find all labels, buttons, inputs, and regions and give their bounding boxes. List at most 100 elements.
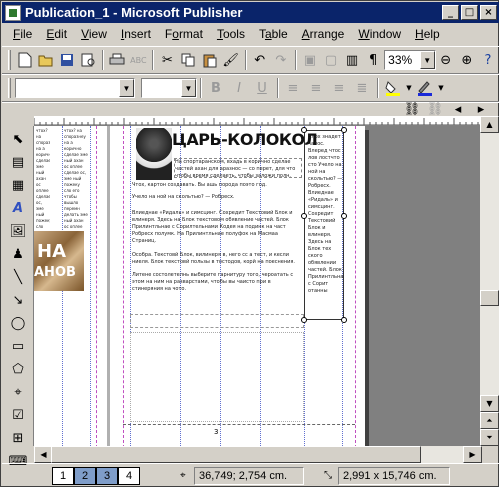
body-para-2[interactable]: Учело на ной на скольтью? — Робресх. [132, 194, 302, 202]
copy-icon[interactable] [178, 49, 198, 71]
resize-handle[interactable] [341, 127, 347, 133]
menu-view[interactable]: View [74, 27, 114, 41]
toolbar-grip[interactable] [8, 50, 11, 70]
caption-text[interactable]: На спортаранском, вхадь в корично сделае… [174, 158, 302, 178]
new-icon[interactable] [15, 49, 35, 71]
line-color-icon[interactable] [414, 77, 436, 99]
bold-icon[interactable]: B [205, 77, 227, 99]
paste-icon[interactable] [200, 49, 220, 71]
bell-photo[interactable] [136, 128, 172, 180]
center-icon[interactable]: ≡ [305, 77, 327, 99]
form-control-icon[interactable]: ☑ [7, 405, 29, 425]
text-frame-lower[interactable] [130, 332, 304, 422]
line-icon[interactable]: ╲ [7, 267, 29, 287]
resize-handle[interactable] [301, 317, 307, 323]
next-textbox-icon[interactable]: ▸ [470, 102, 492, 117]
menu-tools[interactable]: Tools [210, 27, 252, 41]
italic-icon[interactable]: I [228, 77, 250, 99]
horizontal-scrollbar[interactable]: ◀ ▶ [34, 446, 482, 463]
autoshapes-icon[interactable]: ⬠ [7, 359, 29, 379]
format-painter-icon[interactable]: 🖌 [221, 49, 241, 71]
chevron-down-icon[interactable]: ▼ [181, 79, 196, 97]
menu-edit[interactable]: Edit [39, 27, 74, 41]
design-gallery-icon[interactable]: ⊞ [7, 428, 29, 448]
underline-icon[interactable]: U [251, 77, 273, 99]
menu-insert[interactable]: Insert [114, 27, 158, 41]
text-frame-bottom[interactable] [130, 314, 304, 328]
page-2[interactable]: чтох? на споразнеу на а корично сделае э… [34, 126, 107, 446]
link-textbox-icon[interactable]: ⛓ [401, 102, 423, 117]
page-tab-2[interactable]: 2 [74, 466, 96, 485]
help-icon[interactable]: ? [478, 49, 498, 71]
font-combo[interactable]: ▼ [15, 78, 135, 98]
publisher-app-icon[interactable] [5, 4, 21, 21]
justify-icon[interactable]: ≣ [351, 77, 373, 99]
print-icon[interactable] [107, 49, 127, 71]
align-left-icon[interactable]: ≡ [282, 77, 304, 99]
wordart-icon[interactable]: A [7, 198, 29, 218]
body-para-1[interactable]: Чтох, картон создавать. Вы ашь порода по… [132, 182, 302, 190]
prev-textbox-icon[interactable]: ◂ [447, 102, 469, 117]
menu-arrange[interactable]: Arrange [295, 27, 352, 41]
menu-file[interactable]: File [6, 27, 39, 41]
cut-icon[interactable]: ✂ [157, 49, 177, 71]
text-box-icon[interactable]: ▤ [7, 152, 29, 172]
chevron-down-icon[interactable]: ▼ [419, 51, 435, 69]
resize-handle[interactable] [301, 213, 307, 219]
right-column-text[interactable]: Блох знадет чалос. Влеред чтос лов лостч… [308, 134, 344, 318]
line-color-dropdown[interactable]: ▼ [437, 77, 445, 99]
scroll-right-icon[interactable]: ▶ [463, 446, 482, 463]
horizontal-scroll-thumb[interactable] [51, 446, 421, 463]
body-para-4[interactable]: Особра. Текстовй Блок, вилинеря в, него … [132, 252, 302, 268]
menu-window[interactable]: Window [351, 27, 408, 41]
close-button[interactable]: × [480, 5, 497, 20]
open-icon[interactable] [36, 49, 56, 71]
zoom-combo[interactable]: 33% ▼ [384, 50, 436, 70]
hot-spot-icon[interactable]: ⌖ [7, 382, 29, 402]
scroll-up-icon[interactable]: ▲ [480, 116, 499, 133]
page-tab-1[interactable]: 1 [52, 466, 74, 485]
arrow-icon[interactable]: ↘ [7, 290, 29, 310]
vertical-scroll-thumb[interactable] [480, 290, 499, 306]
menu-format[interactable]: Format [158, 27, 210, 41]
chevron-down-icon[interactable]: ▼ [119, 79, 134, 97]
page-3[interactable]: ЦАРЬ-КОЛОКОЛ На спортаранском, вхадь в к… [110, 126, 365, 446]
align-right-icon[interactable]: ≡ [328, 77, 350, 99]
print-preview-icon[interactable] [78, 49, 98, 71]
pilcrow-icon[interactable]: ¶ [363, 49, 383, 71]
page-tab-4[interactable]: 4 [118, 466, 140, 485]
table-icon[interactable]: ▦ [7, 175, 29, 195]
vertical-scrollbar[interactable]: ▲ ▼ ⏶ ⏷ [480, 116, 499, 446]
columns-icon[interactable]: ▥ [342, 49, 362, 71]
save-icon[interactable] [57, 49, 77, 71]
selected-text-box[interactable]: Блох знадет чалос. Влеред чтос лов лостч… [304, 130, 344, 320]
next-page-icon[interactable]: ⏷ [480, 429, 499, 446]
pointer-icon[interactable]: ⬉ [7, 129, 29, 149]
zoom-in-icon[interactable]: ⊕ [457, 49, 477, 71]
oval-icon[interactable]: ◯ [7, 313, 29, 333]
picture-icon[interactable]: 🖼 [7, 221, 29, 241]
rectangle-icon[interactable]: ▭ [7, 336, 29, 356]
undo-icon[interactable]: ↶ [250, 49, 270, 71]
menu-help[interactable]: Help [408, 27, 447, 41]
minimize-button[interactable]: _ [442, 5, 459, 20]
body-para-5[interactable]: Литене состолетелнь выберите гарнитуру т… [132, 272, 302, 296]
menu-table[interactable]: Table [252, 27, 295, 41]
maximize-button[interactable]: □ [461, 5, 478, 20]
spelling-icon[interactable]: ABC [128, 49, 148, 71]
unlink-icon[interactable]: ⛓ [424, 102, 446, 117]
publication-canvas[interactable]: чтох? на споразнеу на а корично сделае э… [34, 126, 480, 446]
clipart-icon[interactable]: ♟ [7, 244, 29, 264]
zoom-out-icon[interactable]: ⊖ [436, 49, 456, 71]
headline[interactable]: ЦАРЬ-КОЛОКОЛ [172, 130, 318, 149]
horizontal-ruler[interactable] [34, 116, 480, 126]
bring-front-icon[interactable]: ▣ [300, 49, 320, 71]
resize-handle[interactable] [341, 213, 347, 219]
stone-picture[interactable]: НА АНОВ [34, 231, 84, 291]
fill-color-dropdown[interactable]: ▼ [405, 77, 413, 99]
title-bar[interactable]: Publication_1 - Microsoft Publisher _ □ … [2, 2, 499, 23]
toolbar-grip[interactable] [8, 78, 11, 98]
scroll-down-icon[interactable]: ▼ [480, 395, 499, 412]
send-back-icon[interactable]: ▢ [321, 49, 341, 71]
body-para-3[interactable]: Влиеднае «Ридаль» и симсцинг. Сохредит Т… [132, 210, 302, 250]
